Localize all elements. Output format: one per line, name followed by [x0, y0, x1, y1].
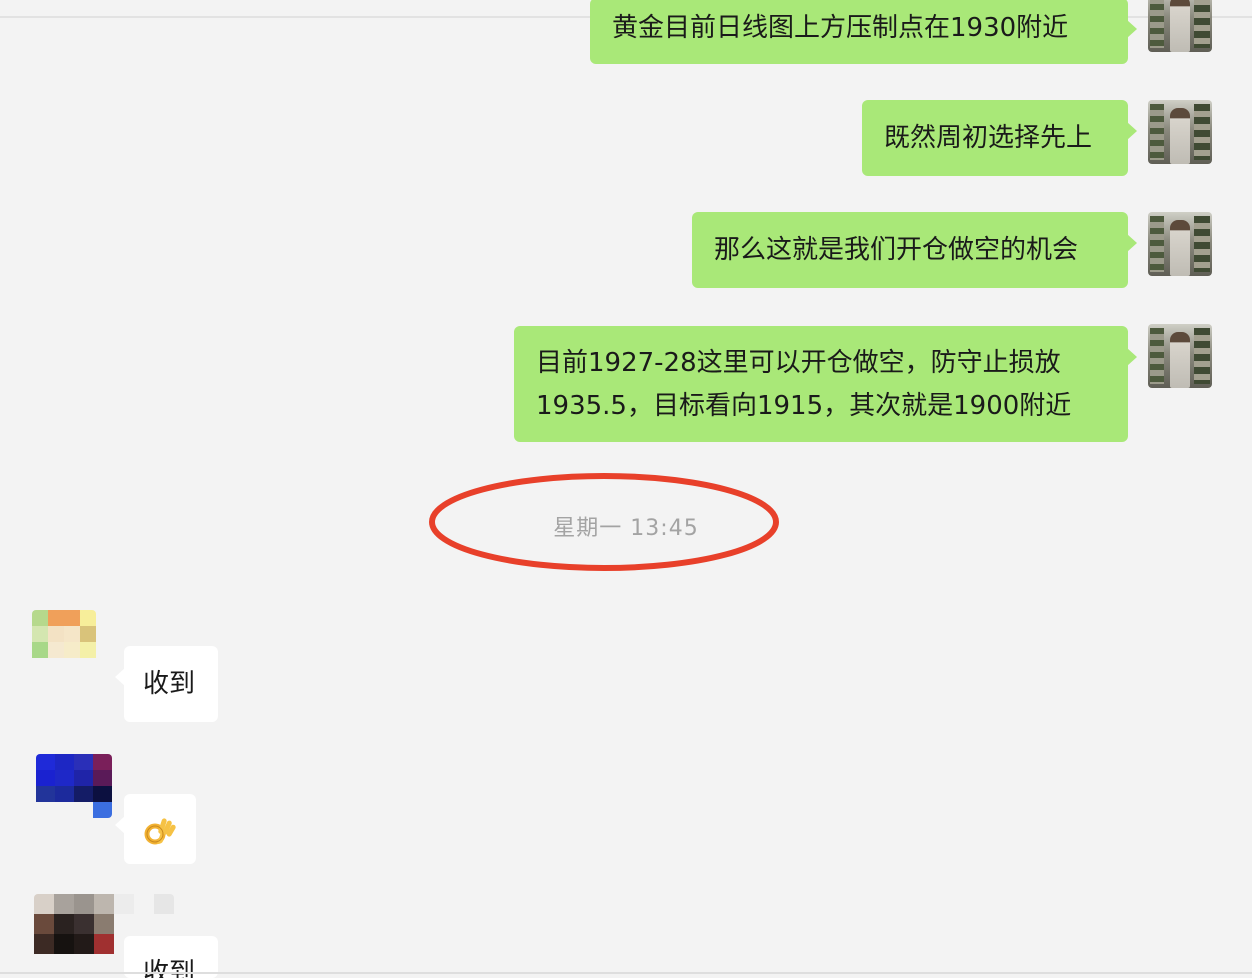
bottom-divider — [0, 972, 1252, 974]
message-text: 收到 — [143, 958, 196, 978]
my-avatar[interactable] — [1148, 0, 1212, 52]
incoming-message-bubble[interactable] — [115, 794, 196, 864]
outgoing-message-bubble[interactable]: 那么这就是我们开仓做空的机会 — [692, 212, 1137, 288]
message-text-line: 1935.5，目标看向1915，其次就是1900附近 — [536, 391, 1072, 421]
my-avatar[interactable] — [1148, 324, 1212, 388]
red-highlight-circle — [429, 473, 779, 571]
message-text: 收到 — [143, 669, 196, 699]
contact-avatar[interactable] — [36, 754, 112, 818]
message-text: 那么这就是我们开仓做空的机会 — [714, 235, 1079, 265]
message-text-line: 目前1927-28这里可以开仓做空，防守止损放 — [536, 348, 1061, 378]
my-avatar[interactable] — [1148, 212, 1212, 276]
message-text: 黄金目前日线图上方压制点在1930附近 — [612, 13, 1069, 43]
outgoing-message-bubble[interactable]: 目前1927-28这里可以开仓做空，防守止损放 1935.5，目标看向1915，… — [514, 326, 1137, 442]
ok-hand-emoji-icon — [144, 817, 176, 844]
incoming-message-bubble[interactable]: 收到 — [115, 646, 218, 722]
outgoing-message-bubble[interactable]: 既然周初选择先上 — [862, 100, 1137, 176]
my-avatar[interactable] — [1148, 100, 1212, 164]
message-text: 既然周初选择先上 — [884, 123, 1093, 153]
contact-avatar[interactable] — [32, 610, 96, 674]
outgoing-message-bubble[interactable]: 黄金目前日线图上方压制点在1930附近 — [590, 0, 1137, 64]
